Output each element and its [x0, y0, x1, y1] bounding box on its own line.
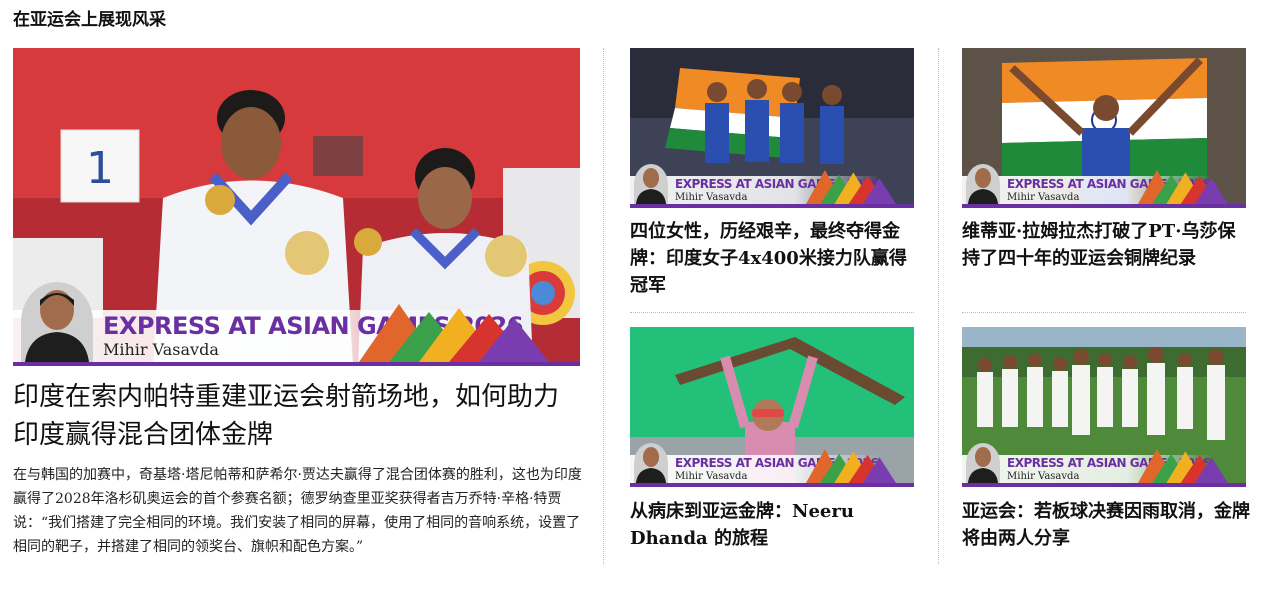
section-title: 在亚运会上展现风采 — [13, 10, 166, 30]
column-divider — [938, 48, 939, 564]
card-4-image[interactable]: EXPRESS AT ASIAN GAMES 2026 Mihir Vasavd… — [962, 327, 1246, 487]
flags-graphic-icon — [806, 170, 896, 204]
author-avatar — [966, 443, 1000, 483]
flags-graphic-icon — [1138, 170, 1228, 204]
author-avatar — [634, 164, 668, 204]
express-banner: EXPRESS AT ASIAN GAMES 2026 Mihir Vasavd… — [962, 164, 1246, 208]
express-banner: EXPRESS AT ASIAN GAMES 2026 Mihir Vasavd… — [962, 443, 1246, 487]
card-2-headline[interactable]: 维蒂亚·拉姆拉杰打破了PT·乌莎保持了四十年的亚运会铜牌纪录 — [962, 218, 1252, 272]
main-story-headline[interactable]: 印度在索内帕特重建亚运会射箭场地，如何助力印度赢得混合团体金牌 — [13, 378, 583, 454]
express-banner: EXPRESS AT ASIAN GAMES 2026 Mihir Vasavd… — [630, 443, 914, 487]
row-divider — [630, 312, 914, 313]
express-banner: EXPRESS AT ASIAN GAMES 2026 Mihir Vasavd… — [630, 164, 914, 208]
author-name: Mihir Vasavda — [675, 192, 748, 203]
card-2-image[interactable]: EXPRESS AT ASIAN GAMES 2026 Mihir Vasavd… — [962, 48, 1246, 208]
column-divider — [603, 48, 604, 564]
card-1-headline[interactable]: 四位女性，历经艰辛，最终夺得金牌：印度女子4x400米接力队赢得冠军 — [630, 218, 920, 299]
card-3-image[interactable]: EXPRESS AT ASIAN GAMES 2026 Mihir Vasavd… — [630, 327, 914, 487]
author-avatar — [634, 443, 668, 483]
flags-graphic-icon — [359, 304, 549, 362]
express-banner: EXPRESS AT ASIAN GAMES 2026 Mihir Vasavd… — [13, 282, 580, 366]
author-name: Mihir Vasavda — [1007, 192, 1080, 203]
author-name: Mihir Vasavda — [103, 340, 219, 359]
author-avatar — [966, 164, 1000, 204]
main-story-summary: 在与韩国的加赛中，奇基塔·塔尼帕蒂和萨希尔·贾达夫赢得了混合团体赛的胜利，这也为… — [13, 467, 582, 555]
card-3-headline[interactable]: 从病床到亚运金牌：Neeru Dhanda 的旅程 — [630, 498, 920, 552]
scoreboard-digit: 1 — [86, 143, 114, 194]
card-4-headline[interactable]: 亚运会：若板球决赛因雨取消，金牌将由两人分享 — [962, 498, 1252, 552]
flags-graphic-icon — [1138, 449, 1228, 483]
author-avatar — [21, 282, 93, 362]
author-name: Mihir Vasavda — [675, 471, 748, 482]
row-divider — [962, 312, 1246, 313]
author-name: Mihir Vasavda — [1007, 471, 1080, 482]
main-story-image[interactable]: 1 EXPRESS AT ASIAN GAMES 2026 Mihir Vasa… — [13, 48, 580, 366]
flags-graphic-icon — [806, 449, 896, 483]
card-1-image[interactable]: EXPRESS AT ASIAN GAMES 2026 Mihir Vasavd… — [630, 48, 914, 208]
